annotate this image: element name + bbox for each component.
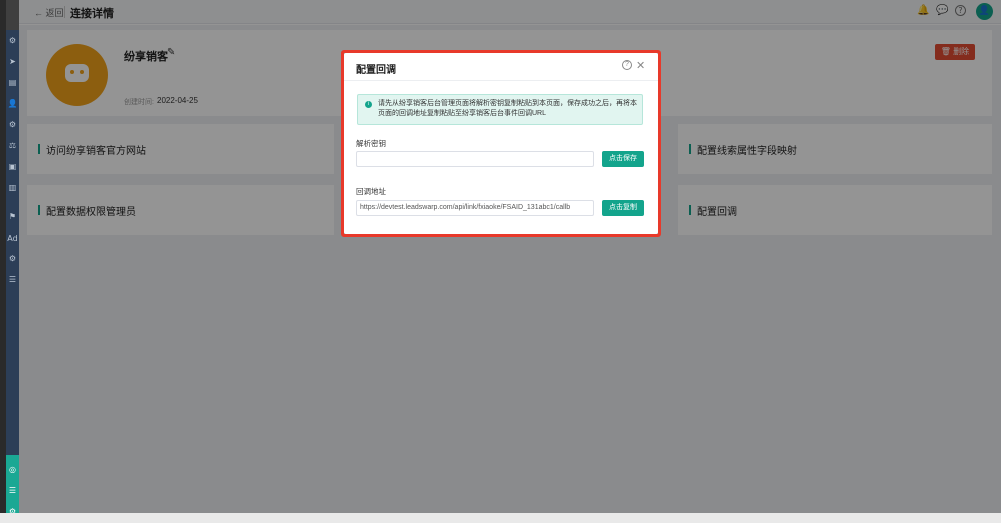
secret-input[interactable] bbox=[356, 151, 594, 167]
app-window: ⚙ ➤ ▤ 👤 ⚙ ⚖ ▣ ▥ ⚑ Ad ⚙ ☰ ◎ ☰ ⚙ ← 返回 连接详情… bbox=[0, 0, 1001, 523]
sidebar-user-icon[interactable]: 👤 bbox=[6, 99, 19, 109]
callback-url-field[interactable]: https://devtest.leadswarp.com/api/link/f… bbox=[356, 200, 594, 216]
sidebar-ad-icon[interactable]: Ad bbox=[6, 234, 19, 244]
sidebar-logo bbox=[6, 0, 19, 30]
sidebar-hamburger-icon[interactable]: ☰ bbox=[6, 486, 19, 496]
sidebar: ⚙ ➤ ▤ 👤 ⚙ ⚖ ▣ ▥ ⚑ Ad ⚙ ☰ ◎ ☰ ⚙ bbox=[6, 0, 19, 523]
sidebar-send-icon[interactable]: ➤ bbox=[6, 57, 19, 67]
close-icon[interactable]: ✕ bbox=[636, 59, 645, 72]
secret-label: 解析密钥 bbox=[356, 139, 386, 148]
sidebar-settings-icon[interactable]: ⚙ bbox=[6, 120, 19, 130]
sidebar-target-icon[interactable]: ◎ bbox=[6, 465, 19, 475]
save-button[interactable]: 点击保存 bbox=[602, 151, 644, 167]
sidebar-list-icon[interactable]: ▤ bbox=[6, 78, 19, 88]
notice-text: 请先从纷享销客后台管理页面将解析密钥复制粘贴到本页面，保存成功之后，再将本页面的… bbox=[378, 100, 637, 117]
copy-button[interactable]: 点击复制 bbox=[602, 200, 644, 216]
screen-bottom-edge bbox=[0, 513, 1001, 523]
info-notice: i 请先从纷享销客后台管理页面将解析密钥复制粘贴到本页面，保存成功之后，再将本页… bbox=[357, 94, 643, 125]
sidebar-dashboard-icon[interactable]: ⚙ bbox=[6, 36, 19, 46]
sidebar-org-icon[interactable]: ⚖ bbox=[6, 141, 19, 151]
sidebar-flag-icon[interactable]: ⚑ bbox=[6, 212, 19, 222]
sidebar-gear-icon[interactable]: ⚙ bbox=[6, 254, 19, 264]
sidebar-page-icon[interactable]: ▣ bbox=[6, 162, 19, 172]
sidebar-menu-icon[interactable]: ☰ bbox=[6, 275, 19, 285]
info-icon: i bbox=[365, 101, 372, 108]
configure-callback-dialog: 配置回调 ? ✕ i 请先从纷享销客后台管理页面将解析密钥复制粘贴到本页面，保存… bbox=[344, 53, 658, 234]
dialog-title: 配置回调 bbox=[356, 65, 396, 76]
callback-url-label: 回调地址 bbox=[356, 187, 386, 196]
sidebar-chart-icon[interactable]: ▥ bbox=[6, 183, 19, 193]
dialog-divider bbox=[344, 80, 658, 81]
dialog-help-icon[interactable]: ? bbox=[622, 60, 632, 70]
